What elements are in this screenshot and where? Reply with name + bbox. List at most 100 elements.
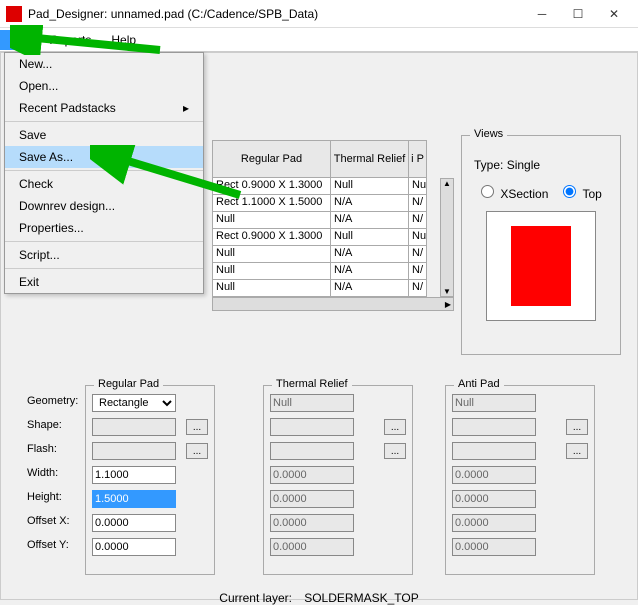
anti-pad-legend: Anti Pad	[454, 378, 504, 390]
menu-check[interactable]: Check	[5, 173, 203, 195]
grid-col-ip[interactable]: i P	[409, 140, 427, 178]
table-row[interactable]: NullN/AN/	[212, 246, 440, 263]
menu-downrev[interactable]: Downrev design...	[5, 195, 203, 217]
scroll-right-icon[interactable]: ▶	[445, 300, 453, 309]
width-input[interactable]	[92, 466, 176, 484]
menu-reports[interactable]: Reports	[39, 30, 101, 50]
views-panel: Views Type: Single XSection Top	[461, 135, 621, 355]
menu-script[interactable]: Script...	[5, 244, 203, 266]
cell-regular[interactable]: Rect 1.1000 X 1.5000	[213, 195, 331, 212]
anti-flash	[452, 442, 536, 460]
pad-shape-icon	[511, 226, 571, 306]
cell-ip[interactable]: N/	[409, 246, 427, 263]
cell-thermal[interactable]: N/A	[331, 280, 409, 297]
thermal-relief-panel: Thermal Relief ... ...	[263, 385, 413, 575]
shape-label: Shape:	[27, 419, 62, 431]
app-icon	[6, 6, 22, 22]
offsety-input[interactable]	[92, 538, 176, 556]
height-input[interactable]	[92, 490, 176, 508]
menu-properties[interactable]: Properties...	[5, 217, 203, 239]
menu-new[interactable]: New...	[5, 53, 203, 75]
shape-input[interactable]	[92, 418, 176, 436]
thermal-ox	[270, 514, 354, 532]
thermal-shape-browse[interactable]: ...	[384, 419, 406, 435]
geometry-select[interactable]: Rectangle	[92, 394, 176, 412]
shape-browse-button[interactable]: ...	[186, 419, 208, 435]
cell-thermal[interactable]: Null	[331, 178, 409, 195]
table-row[interactable]: NullN/AN/	[212, 280, 440, 297]
table-row[interactable]: Rect 0.9000 X 1.3000NullNu	[212, 229, 440, 246]
cell-regular[interactable]: Null	[213, 280, 331, 297]
thermal-oy	[270, 538, 354, 556]
anti-flash-browse[interactable]: ...	[566, 443, 588, 459]
close-button[interactable]: ✕	[596, 1, 632, 27]
anti-width	[452, 466, 536, 484]
anti-ox	[452, 514, 536, 532]
menu-exit[interactable]: Exit	[5, 271, 203, 293]
cell-regular[interactable]: Null	[213, 246, 331, 263]
grid-col-regular[interactable]: Regular Pad	[213, 140, 331, 178]
grid-scrollbar-v[interactable]: ▲ ▼	[440, 178, 454, 297]
menu-open[interactable]: Open...	[5, 75, 203, 97]
pad-grid: Regular Pad Thermal Relief i P Rect 0.90…	[212, 140, 440, 297]
flash-label: Flash:	[27, 443, 57, 455]
maximize-button[interactable]: ☐	[560, 1, 596, 27]
thermal-flash-browse[interactable]: ...	[384, 443, 406, 459]
cell-thermal[interactable]: N/A	[331, 246, 409, 263]
menu-save[interactable]: Save	[5, 124, 203, 146]
cell-thermal[interactable]: Null	[331, 229, 409, 246]
cell-thermal[interactable]: N/A	[331, 195, 409, 212]
scroll-up-icon[interactable]: ▲	[441, 179, 453, 188]
radio-top[interactable]: Top	[558, 182, 601, 201]
cell-regular[interactable]: Rect 0.9000 X 1.3000	[213, 229, 331, 246]
grid-col-thermal[interactable]: Thermal Relief	[331, 140, 409, 178]
table-row[interactable]: Rect 1.1000 X 1.5000N/AN/	[212, 195, 440, 212]
cell-regular[interactable]: Null	[213, 212, 331, 229]
offsetx-input[interactable]	[92, 514, 176, 532]
anti-shape-browse[interactable]: ...	[566, 419, 588, 435]
anti-height	[452, 490, 536, 508]
views-legend: Views	[470, 128, 507, 140]
pad-preview	[486, 211, 596, 321]
thermal-width	[270, 466, 354, 484]
cell-regular[interactable]: Null	[213, 263, 331, 280]
file-menu-dropdown: New... Open... Recent Padstacks▸ Save Sa…	[4, 52, 204, 294]
minimize-button[interactable]: ─	[524, 1, 560, 27]
table-row[interactable]: NullN/AN/	[212, 263, 440, 280]
regular-pad-panel: Regular Pad Rectangle ... ...	[85, 385, 215, 575]
flash-browse-button[interactable]: ...	[186, 443, 208, 459]
anti-pad-panel: Anti Pad ... ...	[445, 385, 595, 575]
flash-input[interactable]	[92, 442, 176, 460]
cell-thermal[interactable]: N/A	[331, 212, 409, 229]
thermal-flash	[270, 442, 354, 460]
radio-xsection[interactable]: XSection	[476, 182, 548, 201]
regular-pad-legend: Regular Pad	[94, 378, 163, 390]
table-row[interactable]: NullN/AN/	[212, 212, 440, 229]
thermal-geom	[270, 394, 354, 412]
menu-save-as[interactable]: Save As...	[5, 146, 203, 168]
menu-file[interactable]: File	[0, 30, 39, 50]
type-label: Type:	[474, 158, 503, 172]
type-value: Single	[507, 158, 540, 172]
scroll-down-icon[interactable]: ▼	[441, 287, 453, 296]
anti-oy	[452, 538, 536, 556]
titlebar: Pad_Designer: unnamed.pad (C:/Cadence/SP…	[0, 0, 638, 28]
cell-thermal[interactable]: N/A	[331, 263, 409, 280]
menubar: File Reports Help	[0, 28, 638, 52]
cell-ip[interactable]: N/	[409, 195, 427, 212]
cell-ip[interactable]: N/	[409, 263, 427, 280]
grid-scrollbar-h[interactable]: ▶	[212, 297, 454, 311]
cell-ip[interactable]: Nu	[409, 229, 427, 246]
thermal-shape	[270, 418, 354, 436]
cell-ip[interactable]: N/	[409, 280, 427, 297]
menu-help[interactable]: Help	[101, 30, 146, 50]
window-title: Pad_Designer: unnamed.pad (C:/Cadence/SP…	[28, 7, 524, 21]
table-row[interactable]: Rect 0.9000 X 1.3000NullNu	[212, 178, 440, 195]
menu-recent[interactable]: Recent Padstacks▸	[5, 97, 203, 119]
cell-ip[interactable]: Nu	[409, 178, 427, 195]
current-layer-value: SOLDERMASK_TOP	[304, 591, 418, 605]
anti-shape	[452, 418, 536, 436]
cell-ip[interactable]: N/	[409, 212, 427, 229]
cell-regular[interactable]: Rect 0.9000 X 1.3000	[213, 178, 331, 195]
geometry-label: Geometry:	[27, 395, 78, 407]
